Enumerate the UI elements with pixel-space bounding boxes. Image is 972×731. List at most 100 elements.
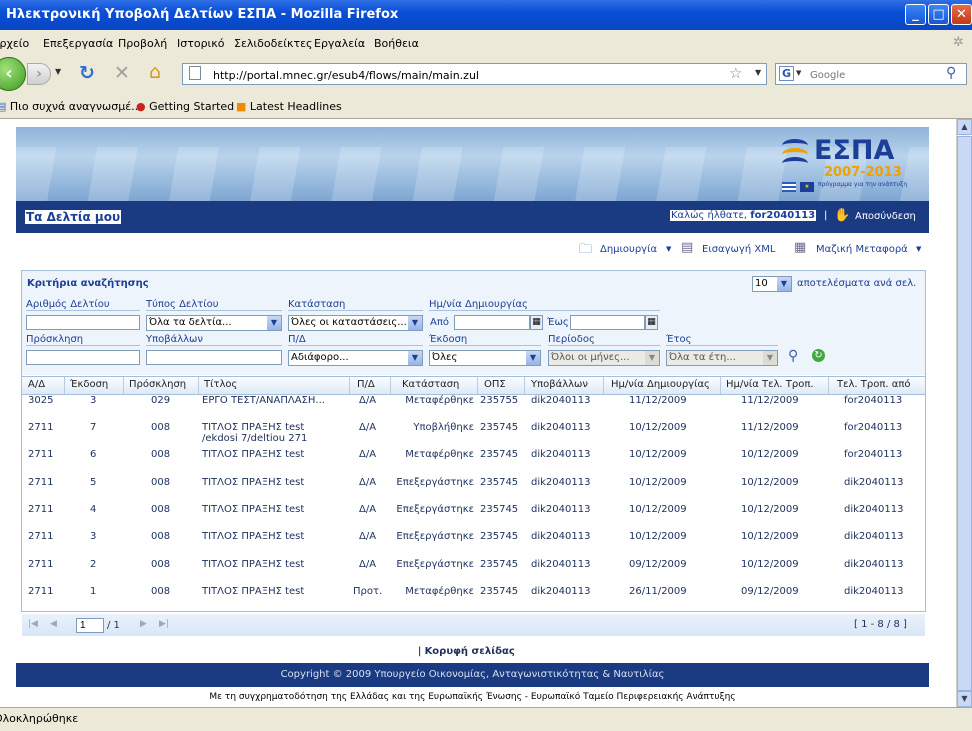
minimize-button[interactable]: _ xyxy=(905,4,926,25)
back-button[interactable]: ‹ xyxy=(0,57,26,91)
column-header[interactable]: Α/Δ xyxy=(28,379,45,390)
table-row[interactable]: 2711 3 008 ΤΙΤΛΟΣ ΠΡΑΞΗΣ test Δ/Α Επεξερ… xyxy=(22,530,925,557)
scroll-thumb[interactable] xyxy=(957,136,972,691)
submitter-input[interactable] xyxy=(146,350,282,365)
scroll-down-button[interactable]: ▼ xyxy=(957,691,972,707)
window-title-bar[interactable]: Ηλεκτρονική Υποβολή Δελτίων ΕΣΠΑ - Mozil… xyxy=(0,0,972,30)
column-divider xyxy=(123,377,124,394)
search-criteria-title: Κριτήρια αναζήτησης xyxy=(27,278,149,289)
bookmark-star-icon[interactable]: ☆ xyxy=(729,64,742,82)
call-input[interactable] xyxy=(26,350,140,365)
my-reports-link[interactable]: Τα Δελτία μου xyxy=(25,210,122,224)
prev-page-icon[interactable]: ◀ xyxy=(50,619,57,629)
refresh-icon[interactable]: ↻ xyxy=(812,349,825,362)
table-row[interactable]: 2711 4 008 ΤΙΤΛΟΣ ΠΡΑΞΗΣ test Δ/Α Επεξερ… xyxy=(22,503,925,530)
table-row[interactable]: 2711 5 008 ΤΙΤΛΟΣ ΠΡΑΞΗΣ test Δ/Α Επεξερ… xyxy=(22,476,925,503)
top-of-page-area: | Κορυφή σελίδας xyxy=(418,646,515,657)
forward-button[interactable]: › xyxy=(27,63,51,85)
logout-icon[interactable]: ✋ xyxy=(834,208,850,223)
menu-tools[interactable]: Εργαλεία xyxy=(314,37,365,50)
table-row[interactable]: 2711 1 008 ΤΙΤΛΟΣ ΠΡΑΞΗΣ test Προτ. Μετα… xyxy=(22,585,925,612)
calendar-icon[interactable]: ▦ xyxy=(645,315,658,330)
cell-submitter: dik2040113 xyxy=(531,449,591,460)
year-select[interactable]: Όλα τα έτη... ▼ xyxy=(666,350,778,366)
history-dropdown-icon[interactable]: ▼ xyxy=(55,67,61,76)
date-to-input[interactable] xyxy=(570,315,645,330)
import-xml-button[interactable]: Εισαγωγή XML xyxy=(702,244,775,255)
menu-edit[interactable]: Επεξεργασία xyxy=(43,37,113,50)
table-row[interactable]: 2711 2 008 ΤΙΤΛΟΣ ΠΡΑΞΗΣ test Δ/Α Επεξερ… xyxy=(22,558,925,585)
bookmark-latest-headlines[interactable]: ■ Latest Headlines xyxy=(236,100,342,113)
home-icon[interactable]: ⌂ xyxy=(149,61,161,83)
year-label: Έτος xyxy=(666,334,778,346)
search-icon[interactable]: ⚲ xyxy=(788,348,798,364)
cell-modified-by: dik2040113 xyxy=(844,504,904,515)
first-page-icon[interactable]: |◀ xyxy=(28,619,38,629)
top-of-page-link[interactable]: Κορυφή σελίδας xyxy=(425,646,515,657)
column-header[interactable]: Π/Δ xyxy=(357,379,375,390)
status-select[interactable]: Όλες οι καταστάσεις... ▼ xyxy=(288,315,423,331)
close-button[interactable]: ✕ xyxy=(951,4,972,25)
report-type-select[interactable]: Όλα τα δελτία... ▼ xyxy=(146,315,282,331)
date-from-input[interactable] xyxy=(454,315,530,330)
version-select[interactable]: Όλες ▼ xyxy=(429,350,541,366)
column-divider xyxy=(64,377,65,394)
search-icon[interactable]: ⚲ xyxy=(946,65,956,81)
column-header[interactable]: Πρόσκληση xyxy=(129,379,186,390)
address-bar[interactable]: ☆ ▼ xyxy=(182,63,767,85)
bulk-transfer-menu[interactable]: Μαζική Μεταφορά xyxy=(816,244,908,255)
page-size-select[interactable]: 10 ▼ xyxy=(752,276,792,292)
cell-modified: 11/12/2009 xyxy=(741,395,799,406)
cell-ops: 235745 xyxy=(480,559,519,570)
table-row[interactable]: 2711 7 008 ΤΙΤΛΟΣ ΠΡΑΞΗΣ test /ekdosi 7/… xyxy=(22,421,925,448)
table-row[interactable]: 2711 6 008 ΤΙΤΛΟΣ ΠΡΑΞΗΣ test Δ/Α Μεταφέ… xyxy=(22,448,925,475)
logout-link[interactable]: Αποσύνδεση xyxy=(855,211,916,222)
url-dropdown-icon[interactable]: ▼ xyxy=(755,68,761,77)
reload-icon[interactable]: ↻ xyxy=(79,62,95,84)
bulk-transfer-dropdown-icon[interactable]: ▼ xyxy=(916,245,921,253)
column-header[interactable]: Έκδοση xyxy=(70,379,108,390)
report-number-input[interactable] xyxy=(26,315,140,330)
cell-call: 008 xyxy=(151,559,171,570)
search-bar[interactable]: G ▼ ⚲ xyxy=(775,63,967,85)
chevron-down-icon: ▼ xyxy=(526,351,540,365)
column-header[interactable]: Τελ. Τροπ. από xyxy=(837,379,910,390)
column-header[interactable]: Υποβάλλων xyxy=(531,379,588,390)
stop-icon[interactable]: ✕ xyxy=(114,62,130,84)
create-menu[interactable]: Δημιουργία xyxy=(600,244,657,255)
create-dropdown-icon[interactable]: ▼ xyxy=(666,245,671,253)
google-engine-icon[interactable]: G xyxy=(779,66,794,81)
column-header[interactable]: Τίτλος xyxy=(204,379,237,390)
next-page-icon[interactable]: ▶ xyxy=(140,619,147,629)
scroll-up-button[interactable]: ▲ xyxy=(957,119,972,135)
menu-history[interactable]: Ιστορικό xyxy=(177,37,225,50)
menu-file[interactable]: Αρχείο xyxy=(0,37,29,50)
calendar-icon[interactable]: ▦ xyxy=(530,315,543,330)
page-number-input[interactable] xyxy=(76,618,104,633)
cell-modified: 11/12/2009 xyxy=(741,422,799,433)
year-value: Όλα τα έτη... xyxy=(669,352,736,363)
bookmark-getting-started[interactable]: ● Getting Started xyxy=(136,100,234,113)
menu-bookmarks[interactable]: Σελιδοδείκτες xyxy=(234,37,313,50)
period-select[interactable]: Όλοι οι μήνες... ▼ xyxy=(548,350,660,366)
engine-dropdown-icon[interactable]: ▼ xyxy=(796,69,801,77)
column-header[interactable]: ΟΠΣ xyxy=(484,379,506,390)
table-row[interactable]: 3025 3 029 ΕΡΓΟ ΤΕΣΤ/ΑΝΑΠΛΑΣΗ... Δ/Α Μετ… xyxy=(22,394,925,421)
cell-modified: 10/12/2009 xyxy=(741,504,799,515)
search-input[interactable] xyxy=(808,66,942,84)
column-header[interactable]: Ημ/νία Δημιουργίας xyxy=(611,379,710,390)
column-header[interactable]: Ημ/νία Τελ. Τροπ. xyxy=(726,379,814,390)
cell-modified-by: dik2040113 xyxy=(844,586,904,597)
action-toolbar: 🗀 Δημιουργία ▼ ▤ Εισαγωγή XML ▦ Μαζική Μ… xyxy=(16,236,929,264)
bookmark-most-visited[interactable]: ▤ Πιο συχνά αναγνωσμέ... xyxy=(0,100,142,113)
last-page-icon[interactable]: ▶| xyxy=(159,619,169,629)
column-header[interactable]: Κατάσταση xyxy=(402,379,459,390)
status-bar: Ολοκληρώθηκε xyxy=(0,707,972,731)
maximize-button[interactable]: □ xyxy=(928,4,949,25)
url-input[interactable] xyxy=(211,66,735,84)
folder-icon: ▤ xyxy=(0,100,7,113)
vertical-scrollbar[interactable]: ▲ ▼ xyxy=(956,119,972,707)
pd-select[interactable]: Αδιάφορο... ▼ xyxy=(288,350,423,366)
menu-help[interactable]: Βοήθεια xyxy=(374,37,419,50)
menu-view[interactable]: Προβολή xyxy=(118,37,167,50)
